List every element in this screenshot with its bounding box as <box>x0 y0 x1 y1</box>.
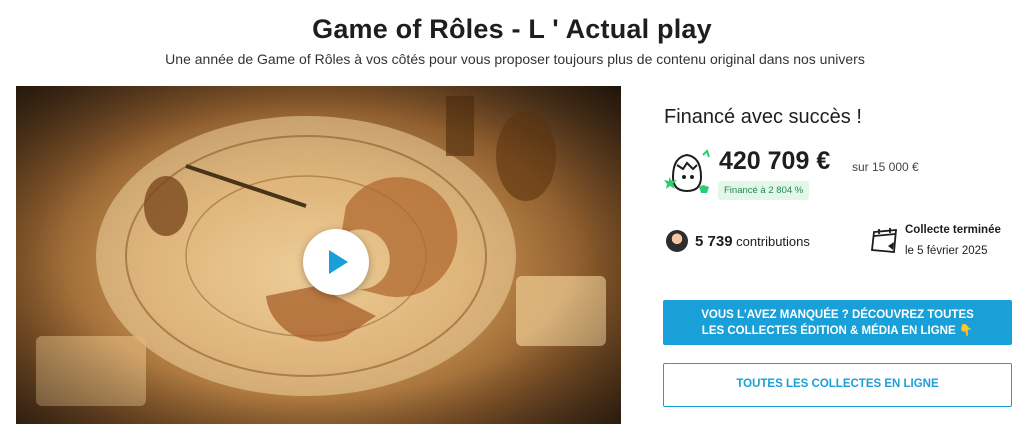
contributions-count: 5 739 <box>695 233 733 250</box>
egg-mascot-icon <box>664 149 710 193</box>
funding-goal: sur 15 000 € <box>852 160 919 174</box>
project-video[interactable] <box>16 86 621 424</box>
amount-raised: 420 709 € <box>719 147 831 175</box>
avatar <box>666 230 688 252</box>
project-title: Game of Rôles - L ' Actual play <box>312 14 712 44</box>
play-button[interactable] <box>303 229 369 295</box>
contributions-label: contributions <box>736 234 810 249</box>
collection-ended-label: Collecte terminée <box>905 224 1001 236</box>
collection-ended-date: le 5 février 2025 <box>905 245 988 257</box>
project-subtitle: Une année de Game of Rôles à vos côtés p… <box>165 51 865 67</box>
funding-status: Financé avec succès ! <box>664 106 862 128</box>
discover-collections-line1: VOUS L'AVEZ MANQUÉE ? DÉCOUVREZ TOUTES <box>701 309 974 321</box>
calendar-icon <box>871 228 897 253</box>
discover-collections-line2: LES COLLECTES ÉDITION & MÉDIA EN LIGNE 👇 <box>701 325 974 337</box>
funded-percent-badge: Financé à 2 804 % <box>718 181 810 200</box>
all-collections-button[interactable]: TOUTES LES COLLECTES EN LIGNE <box>663 363 1012 407</box>
discover-collections-button[interactable]: VOUS L'AVEZ MANQUÉE ? DÉCOUVREZ TOUTES L… <box>663 300 1012 345</box>
contributions: 5 739 contributions <box>695 233 810 250</box>
